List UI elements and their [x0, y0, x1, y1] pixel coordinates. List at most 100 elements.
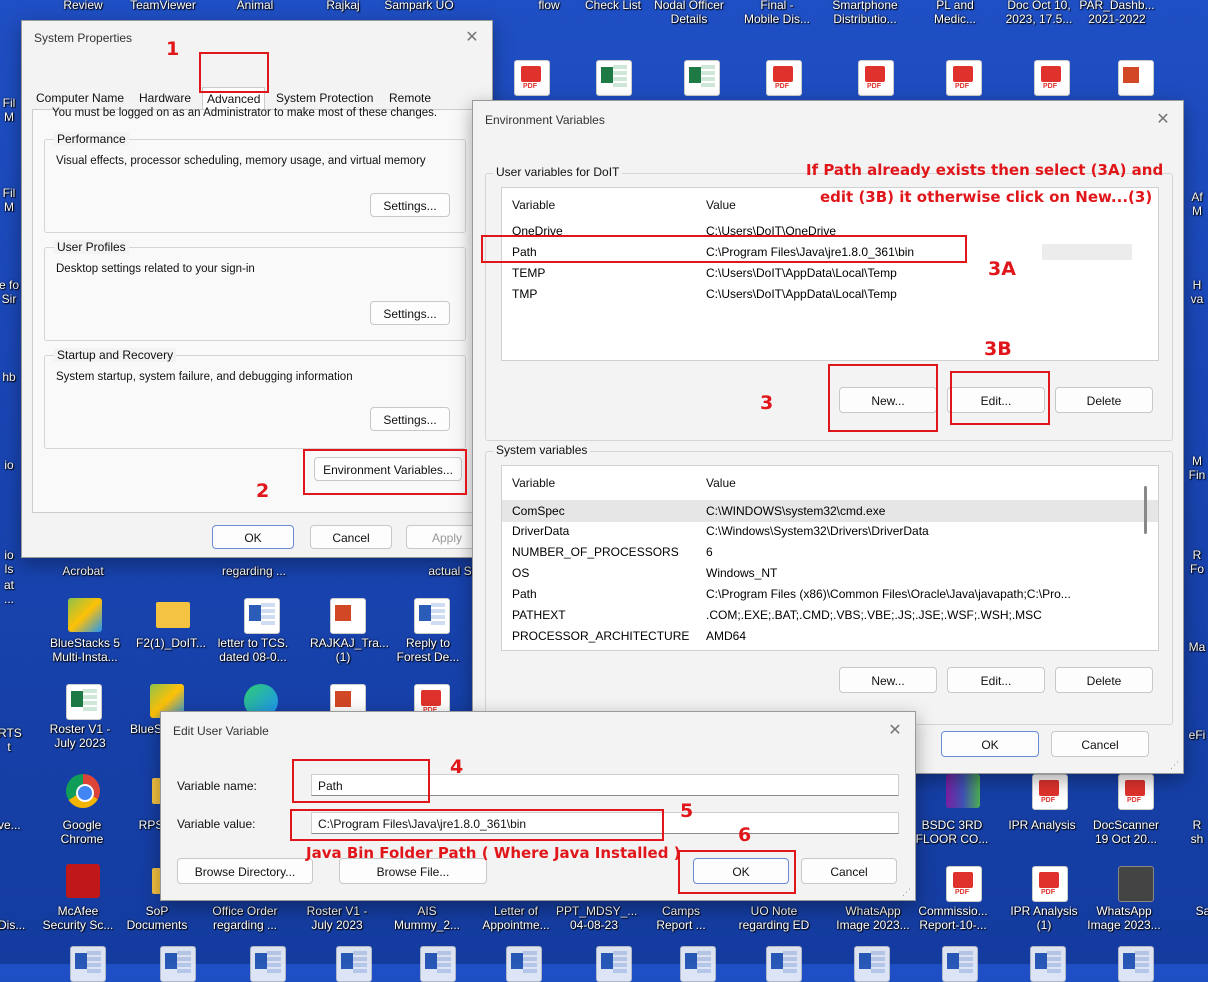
- edge-file-label[interactable]: M: [1186, 454, 1208, 468]
- desktop-icon-label[interactable]: Nodal Officer Details: [649, 0, 729, 26]
- partial-file-icon[interactable]: [942, 946, 978, 982]
- system-variable-row[interactable]: NUMBER_OF_PROCESSORS 6: [502, 541, 1158, 563]
- desktop-icon-label[interactable]: letter to TCS. dated 08-0...: [210, 636, 296, 664]
- close-icon[interactable]: ✕: [1153, 109, 1173, 129]
- edge-file-label[interactable]: eFi: [1186, 728, 1208, 742]
- edge-file-label[interactable]: Af: [1186, 190, 1208, 204]
- scrollbar[interactable]: [1144, 486, 1147, 534]
- edge-file-label[interactable]: H: [1186, 278, 1208, 292]
- user-variables-list[interactable]: Variable Value OneDrive C:\Users\DoIT\On…: [501, 187, 1159, 361]
- edge-file-label[interactable]: M: [1186, 204, 1208, 218]
- desktop-icon-label[interactable]: DocScanner 19 Oct 20...: [1086, 818, 1166, 846]
- column-value[interactable]: Value: [706, 476, 736, 490]
- edge-file-label[interactable]: Sir: [0, 292, 20, 306]
- excel-file-icon[interactable]: [684, 60, 720, 96]
- column-variable[interactable]: Variable: [512, 198, 555, 212]
- partial-file-icon[interactable]: [336, 946, 372, 982]
- tab-remote[interactable]: Remote: [385, 87, 435, 109]
- desktop-icon-label[interactable]: PAR_Dashb... 2021-2022: [1079, 0, 1155, 26]
- partial-file-icon[interactable]: [680, 946, 716, 982]
- desktop-icon-label[interactable]: SoP Documents: [124, 904, 190, 932]
- tab-system-protection[interactable]: System Protection: [272, 87, 377, 109]
- pdf-file-icon[interactable]: [1034, 60, 1070, 96]
- partial-file-icon[interactable]: [1030, 946, 1066, 982]
- edge-file-label[interactable]: M: [0, 110, 20, 124]
- system-variable-row[interactable]: PROCESSOR_ARCHITECTURE AMD64: [502, 625, 1158, 647]
- user-profiles-settings-button[interactable]: Settings...: [370, 301, 450, 325]
- partial-file-icon[interactable]: [70, 946, 106, 982]
- tab-computer-name[interactable]: Computer Name: [32, 87, 128, 109]
- desktop-icon-label[interactable]: McAfee Security Sc...: [40, 904, 116, 932]
- desktop-icon-label[interactable]: BlueS: [130, 722, 162, 736]
- edge-file-label[interactable]: sh: [1186, 832, 1208, 846]
- pdf-file-icon[interactable]: [514, 60, 550, 96]
- system-edit-button[interactable]: Edit...: [947, 667, 1045, 693]
- desktop-icon-label[interactable]: Roster V1 - July 2023: [300, 904, 374, 932]
- mcafee-icon[interactable]: [66, 864, 100, 898]
- desktop-icon-label[interactable]: Review: [48, 0, 118, 12]
- performance-settings-button[interactable]: Settings...: [370, 193, 450, 217]
- partial-file-icon[interactable]: [854, 946, 890, 982]
- pdf-file-icon[interactable]: [1118, 774, 1154, 810]
- word-file-icon[interactable]: [414, 598, 450, 634]
- desktop-icon-label[interactable]: TeamViewer: [123, 0, 203, 12]
- pdf-file-icon[interactable]: [946, 866, 982, 902]
- partial-file-icon[interactable]: [250, 946, 286, 982]
- system-variable-row[interactable]: Path C:\Program Files (x86)\Common Files…: [502, 583, 1158, 605]
- column-variable[interactable]: Variable: [512, 476, 555, 490]
- desktop-icon-label[interactable]: Office Order regarding ...: [206, 904, 284, 932]
- pdf-file-icon[interactable]: [946, 60, 982, 96]
- edge-file-label[interactable]: va: [1186, 292, 1208, 306]
- system-variable-row[interactable]: ComSpec C:\WINDOWS\system32\cmd.exe: [502, 500, 1158, 522]
- powerpoint-file-icon[interactable]: [330, 598, 366, 634]
- desktop-icon-label[interactable]: UO Note regarding ED: [728, 904, 820, 932]
- partial-file-icon[interactable]: [160, 946, 196, 982]
- edge-file-label[interactable]: ls: [0, 562, 20, 576]
- user-delete-button[interactable]: Delete: [1055, 387, 1153, 413]
- excel-file-icon[interactable]: [66, 684, 102, 720]
- edge-file-label[interactable]: Fin: [1186, 468, 1208, 482]
- edge-file-label[interactable]: io: [0, 548, 20, 562]
- desktop-icon-label[interactable]: PL and Medic...: [920, 0, 990, 26]
- startup-recovery-settings-button[interactable]: Settings...: [370, 407, 450, 431]
- pdf-file-icon[interactable]: [766, 60, 802, 96]
- pdf-file-icon[interactable]: [1032, 774, 1068, 810]
- edge-file-label[interactable]: io: [0, 458, 20, 472]
- excel-file-icon[interactable]: [596, 60, 632, 96]
- desktop-icon-label[interactable]: Pur: [1203, 0, 1208, 12]
- winrar-archive-icon[interactable]: [946, 774, 980, 808]
- cancel-button[interactable]: Cancel: [1051, 731, 1149, 757]
- desktop-icon-label[interactable]: regarding ...: [214, 564, 294, 578]
- system-variables-list[interactable]: Variable Value ComSpec C:\WINDOWS\system…: [501, 465, 1159, 651]
- pdf-file-icon[interactable]: [1032, 866, 1068, 902]
- desktop-icon-label[interactable]: Camps Report ...: [648, 904, 714, 932]
- desktop-icon-label[interactable]: Sampark UO: [379, 0, 459, 12]
- system-delete-button[interactable]: Delete: [1055, 667, 1153, 693]
- desktop-icon-label[interactable]: RAJKAJ_Tra... (1): [310, 636, 389, 664]
- edge-file-label[interactable]: Fil: [0, 96, 20, 110]
- system-variable-row[interactable]: OS Windows_NT: [502, 562, 1158, 584]
- partial-file-icon[interactable]: [420, 946, 456, 982]
- desktop-icon-label[interactable]: Rajkaj: [313, 0, 373, 12]
- desktop-icon-label[interactable]: WhatsApp Image 2023...: [830, 904, 916, 932]
- close-icon[interactable]: ✕: [462, 27, 482, 47]
- desktop-icon-label[interactable]: Smartphone Distributio...: [822, 0, 908, 26]
- desktop-icon-label[interactable]: PPT_MDSY_... 04-08-23: [556, 904, 637, 932]
- browse-directory-button[interactable]: Browse Directory...: [177, 858, 313, 884]
- edge-file-label[interactable]: RTS: [0, 726, 22, 740]
- desktop-icon-label[interactable]: Commissio... Report-10-...: [912, 904, 994, 932]
- edge-file-label[interactable]: R: [1186, 818, 1208, 832]
- image-file-icon[interactable]: [1118, 866, 1154, 902]
- edge-file-label[interactable]: ve...: [0, 818, 21, 832]
- edge-file-label[interactable]: Fil: [0, 186, 20, 200]
- pdf-file-icon[interactable]: [858, 60, 894, 96]
- desktop-icon-label[interactable]: Reply to Forest De...: [396, 636, 460, 664]
- system-variable-row[interactable]: PATHEXT .COM;.EXE;.BAT;.CMD;.VBS;.VBE;.J…: [502, 604, 1158, 626]
- desktop-icon-label[interactable]: WhatsApp Image 2023...: [1086, 904, 1162, 932]
- resize-grip-icon[interactable]: ⋰: [1170, 760, 1179, 771]
- desktop-icon-label[interactable]: Google Chrome: [52, 818, 112, 846]
- bluestacks-icon[interactable]: [68, 598, 102, 632]
- ok-button[interactable]: OK: [941, 731, 1039, 757]
- ok-button[interactable]: OK: [212, 525, 294, 549]
- desktop-icon-label[interactable]: F2(1)_DoIT...: [130, 636, 212, 650]
